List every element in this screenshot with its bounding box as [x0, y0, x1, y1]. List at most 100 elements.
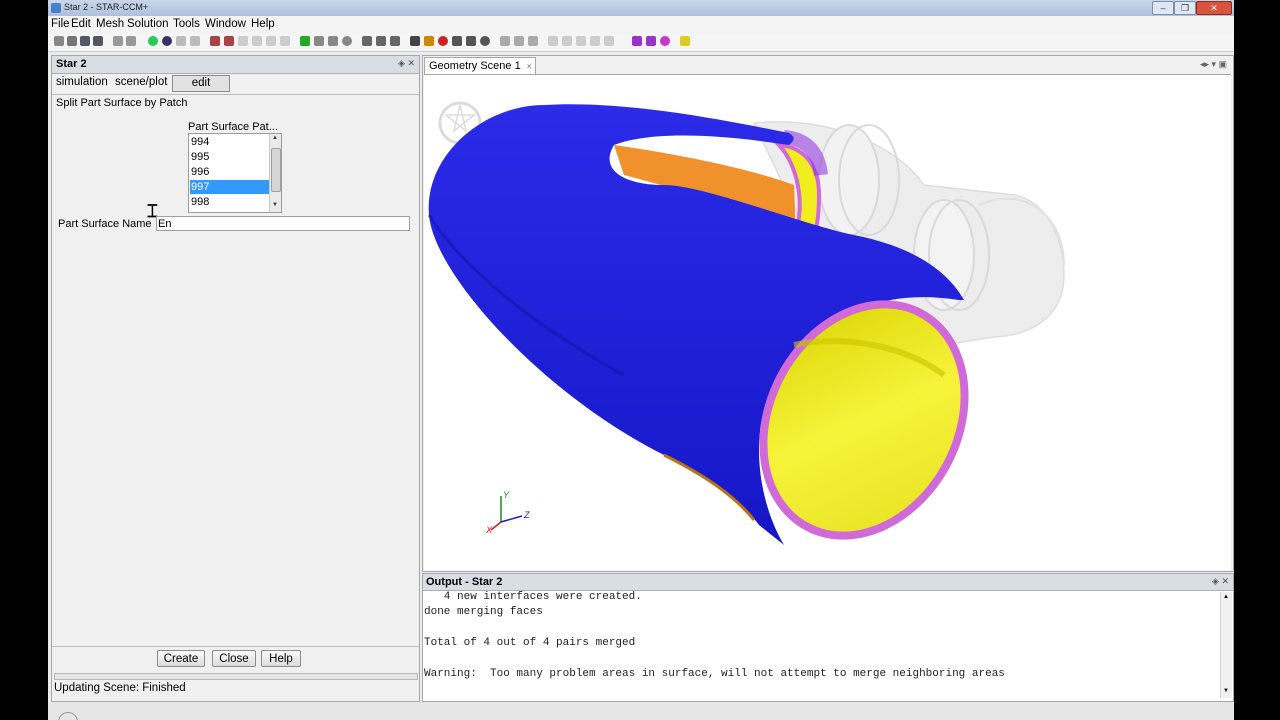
grid-icon[interactable] [500, 36, 510, 46]
menu-solution[interactable]: Solution [127, 18, 169, 30]
last-frame-icon[interactable] [604, 36, 614, 46]
region-icon[interactable] [280, 36, 290, 46]
desktop-edge [1234, 0, 1280, 720]
scroll-thumb[interactable] [271, 148, 281, 192]
tab-simulation[interactable]: simulation [56, 76, 108, 88]
help-button[interactable]: Help [261, 650, 301, 667]
panel-title: Star 2 [56, 58, 87, 70]
menu-window[interactable]: Window [205, 18, 246, 30]
scroll-down-icon[interactable]: ▼ [272, 202, 278, 208]
app-orb-icon[interactable] [58, 712, 78, 720]
filter-icon[interactable] [252, 36, 262, 46]
mesh-icon[interactable] [210, 36, 220, 46]
new-icon[interactable] [54, 36, 64, 46]
first-frame-icon[interactable] [548, 36, 558, 46]
outline-icon[interactable] [528, 36, 538, 46]
menu-bar: File Edit Mesh Solution Tools Window Hel… [48, 16, 1234, 33]
app-window: Star 2 - STAR-CCM+ – ❐ ✕ File Edit Mesh … [48, 0, 1234, 720]
list-scrollbar[interactable]: ▲ ▼ [269, 134, 281, 212]
clear-mesh-icon[interactable] [224, 36, 234, 46]
frame-icon[interactable] [514, 36, 524, 46]
tab-edit[interactable]: edit [172, 75, 230, 92]
open-icon[interactable] [67, 36, 77, 46]
tab-bar: simulation scene/plot edit [52, 74, 419, 94]
scroll-up-icon[interactable]: ▲ [272, 135, 278, 141]
record-icon[interactable] [342, 36, 352, 46]
part-surface-list[interactable]: 994 995 996 997 998 ▲ ▼ [188, 133, 282, 213]
minimize-icon[interactable]: – [1152, 1, 1174, 15]
menu-tools[interactable]: Tools [173, 18, 200, 30]
walk-icon[interactable] [328, 36, 338, 46]
log-line: Warning: Too many problem areas in surfa… [424, 668, 1005, 680]
scene-icon[interactable] [314, 36, 324, 46]
menu-mesh[interactable]: Mesh [96, 18, 124, 30]
panel-controls-icon[interactable]: ◂▸ ▾ ▣ [1200, 59, 1227, 70]
layers-icon[interactable] [266, 36, 276, 46]
paste-icon[interactable] [126, 36, 136, 46]
part-icon[interactable] [238, 36, 248, 46]
stop-icon[interactable] [190, 36, 200, 46]
log-line: done merging faces [424, 606, 543, 618]
step-icon[interactable] [162, 36, 172, 46]
axis-triad: Y Z X [485, 490, 530, 535]
edit-form: Split Part Surface by Patch Part Surface… [52, 94, 419, 643]
log-line: Total of 4 out of 4 pairs merged [424, 637, 636, 649]
menu-file[interactable]: File [51, 18, 70, 30]
fit-icon[interactable] [390, 36, 400, 46]
button-row: Create Close Help [52, 646, 419, 673]
save-icon[interactable] [80, 36, 90, 46]
pause-icon[interactable] [176, 36, 186, 46]
select-all-icon[interactable] [646, 36, 656, 46]
scroll-down-icon[interactable]: ▼ [1223, 688, 1229, 694]
camera-icon[interactable] [410, 36, 420, 46]
output-scrollbar[interactable]: ▲ ▼ [1220, 592, 1232, 698]
status-text: Updating Scene: Finished [54, 682, 186, 694]
tab-close-icon[interactable]: × [527, 62, 532, 71]
list-item[interactable]: 995 [190, 150, 269, 164]
save-as-icon[interactable] [93, 36, 103, 46]
tab-scene-plot[interactable]: scene/plot [115, 76, 167, 88]
output-log: 4 new interfaces were created. done merg… [423, 591, 1219, 699]
prev-frame-icon[interactable] [562, 36, 572, 46]
pick-icon[interactable] [452, 36, 462, 46]
close-button[interactable]: Close [212, 650, 256, 667]
title-bar: Star 2 - STAR-CCM+ – ❐ ✕ [48, 0, 1234, 16]
annotate-icon[interactable] [680, 36, 690, 46]
toolbar [48, 33, 1234, 52]
zoom-box-icon[interactable] [376, 36, 386, 46]
color-icon[interactable] [438, 36, 448, 46]
view-icon[interactable] [362, 36, 372, 46]
play-icon[interactable] [590, 36, 600, 46]
ruler-icon[interactable] [466, 36, 476, 46]
play-back-icon[interactable] [576, 36, 586, 46]
panel-header: Star 2 ◈ ✕ [52, 56, 419, 74]
reset-view-icon[interactable] [480, 36, 490, 46]
create-button[interactable]: Create [157, 650, 205, 667]
list-item-selected[interactable]: 997 [190, 180, 269, 194]
geometry-panel: Geometry Scene 1 × ◂▸ ▾ ▣ Y Z X [422, 55, 1234, 572]
close-icon[interactable]: ✕ [1196, 1, 1232, 15]
menu-help[interactable]: Help [251, 18, 275, 30]
list-item[interactable]: 998 [190, 195, 269, 209]
scene-viewport[interactable]: Y Z X [424, 74, 1231, 570]
list-item[interactable]: 996 [190, 165, 269, 179]
output-header: Output - Star 2 ◈ ✕ [423, 574, 1233, 591]
maximize-icon[interactable]: ❐ [1174, 1, 1196, 15]
panel-controls-icon[interactable]: ◈ ✕ [398, 58, 415, 69]
menu-edit[interactable]: Edit [71, 18, 91, 30]
check-icon[interactable] [300, 36, 310, 46]
highlight-icon[interactable] [660, 36, 670, 46]
light-icon[interactable] [424, 36, 434, 46]
copy-icon[interactable] [113, 36, 123, 46]
list-header[interactable]: Part Surface Pat... [188, 121, 280, 133]
left-panel: Star 2 ◈ ✕ simulation scene/plot edit Sp… [51, 55, 420, 702]
tab-geometry-scene[interactable]: Geometry Scene 1 × [424, 57, 537, 74]
list-item[interactable]: 994 [190, 135, 269, 149]
app-icon [51, 3, 61, 13]
panel-controls-icon[interactable]: ◈ ✕ [1212, 576, 1229, 587]
part-surface-name-input[interactable]: En [156, 216, 410, 231]
geometry-tab-label: Geometry Scene 1 [429, 60, 521, 72]
select-icon[interactable] [632, 36, 642, 46]
run-icon[interactable] [148, 36, 158, 46]
scroll-up-icon[interactable]: ▲ [1223, 594, 1229, 600]
